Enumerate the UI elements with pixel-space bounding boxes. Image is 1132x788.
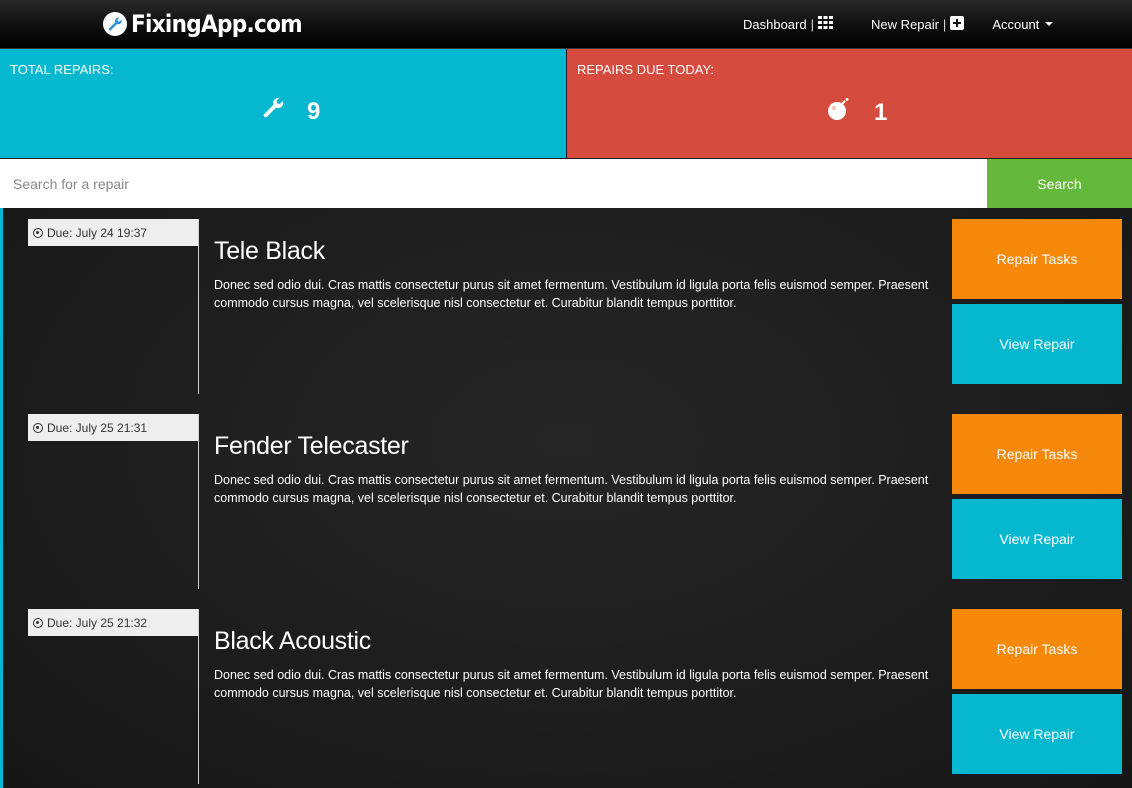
due-date-badge: Due: July 24 19:37 — [28, 219, 198, 246]
nav-account-label: Account — [992, 16, 1040, 32]
repair-title: Tele Black — [214, 237, 325, 265]
due-column: Due: July 25 21:32 — [28, 609, 199, 784]
due-date-badge: Due: July 25 21:31 — [28, 414, 198, 441]
wrench-icon — [103, 12, 127, 36]
clock-icon — [33, 227, 43, 238]
total-repairs-panel: TOTAL REPAIRS: 9 — [0, 49, 566, 158]
grid-icon — [818, 16, 833, 32]
bomb-icon — [826, 96, 852, 129]
repair-tasks-button[interactable]: Repair Tasks — [952, 219, 1122, 299]
view-repair-button[interactable]: View Repair — [952, 304, 1122, 384]
repair-item: Due: July 24 19:37 Tele Black Donec sed … — [0, 208, 1132, 394]
nav-dashboard-label: Dashboard — [743, 16, 807, 32]
brand-logo[interactable]: FixingApp.com — [103, 8, 321, 40]
due-date-badge: Due: July 25 21:32 — [28, 609, 198, 636]
repair-description: Donec sed odio dui. Cras mattis consecte… — [214, 278, 929, 310]
repairs-due-today-value-group: 1 — [826, 96, 887, 129]
repair-list: Due: July 24 19:37 Tele Black Donec sed … — [0, 208, 1132, 788]
repair-item: Due: July 25 21:32 Black Acoustic Donec … — [0, 598, 1132, 784]
repair-item: Due: July 25 21:31 Fender Telecaster Don… — [0, 403, 1132, 589]
total-repairs-value-group: 9 — [261, 96, 320, 127]
repair-description: Donec sed odio dui. Cras mattis consecte… — [214, 668, 929, 700]
repair-description: Donec sed odio dui. Cras mattis consecte… — [214, 473, 929, 505]
clock-icon — [33, 617, 43, 628]
due-date-text: Due: July 24 19:37 — [47, 225, 148, 240]
wrench-icon — [261, 96, 285, 127]
repairs-due-today-panel: REPAIRS DUE TODAY: 1 — [567, 49, 1132, 158]
nav-links: Dashboard | New Repair | Account — [743, 0, 1054, 48]
nav-new-repair-label: New Repair — [871, 16, 939, 32]
clock-icon — [33, 422, 43, 433]
repair-title: Black Acoustic — [214, 627, 371, 655]
view-repair-button[interactable]: View Repair — [952, 694, 1122, 774]
caret-down-icon — [1045, 22, 1054, 26]
total-repairs-count: 9 — [307, 97, 321, 125]
nav-separator: | — [942, 16, 947, 32]
top-navbar: FixingApp.com Dashboard | New Repair | A… — [0, 0, 1132, 49]
search-button[interactable]: Search — [987, 159, 1132, 208]
nav-new-repair-link[interactable]: New Repair | — [871, 15, 965, 33]
search-bar: Search — [0, 159, 1132, 208]
plus-square-icon — [950, 15, 965, 33]
due-column: Due: July 25 21:31 — [28, 414, 199, 589]
brand-name: FixingApp.com — [131, 10, 303, 38]
view-repair-button[interactable]: View Repair — [952, 499, 1122, 579]
nav-dashboard-link[interactable]: Dashboard | — [743, 16, 833, 32]
total-repairs-label: TOTAL REPAIRS: — [10, 62, 114, 77]
search-input[interactable] — [0, 159, 987, 208]
repairs-due-today-count: 1 — [874, 98, 888, 126]
due-column: Due: July 24 19:37 — [28, 219, 199, 394]
repair-tasks-button[interactable]: Repair Tasks — [952, 414, 1122, 494]
repair-tasks-button[interactable]: Repair Tasks — [952, 609, 1122, 689]
nav-separator: | — [810, 16, 814, 32]
due-date-text: Due: July 25 21:32 — [47, 615, 148, 630]
nav-account-dropdown[interactable]: Account — [992, 16, 1054, 32]
repair-title: Fender Telecaster — [214, 432, 409, 460]
due-date-text: Due: July 25 21:31 — [47, 420, 148, 435]
repairs-due-today-label: REPAIRS DUE TODAY: — [577, 62, 715, 77]
